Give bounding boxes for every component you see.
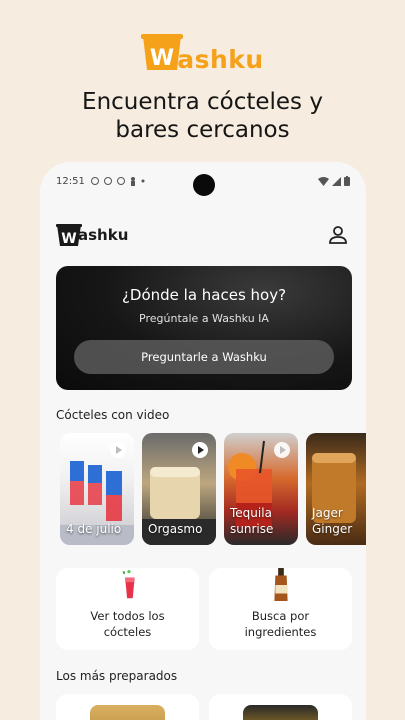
shield-status-icon bbox=[116, 177, 125, 185]
video-card-label: Jager Ginger bbox=[312, 505, 352, 537]
status-notification-icons bbox=[90, 176, 145, 186]
promo-headline-line1: Encuentra cócteles y bbox=[82, 89, 323, 115]
settings-status-icon bbox=[90, 177, 99, 185]
app-bar: W ashku bbox=[56, 220, 350, 250]
whiskey-bottle-icon bbox=[273, 568, 288, 602]
popular-cocktail-card[interactable] bbox=[209, 694, 352, 720]
search-by-ingredients-tile[interactable]: Busca por ingredientes bbox=[209, 568, 352, 650]
video-cocktails-carousel[interactable]: 4 de julio Orgasmo Tequila sunrise Jager… bbox=[60, 433, 366, 545]
video-card-label: Orgasmo bbox=[148, 521, 202, 537]
phone-screen: 12:51 W ashku ¿Dónde la haces hoy? Pregú… bbox=[40, 162, 366, 720]
front-camera bbox=[193, 174, 215, 196]
video-card-jager-ginger[interactable]: Jager Ginger bbox=[306, 433, 366, 545]
popular-cocktail-thumbnail bbox=[243, 705, 318, 720]
promo-headline-line2: bares cercanos bbox=[115, 117, 290, 143]
all-cocktails-label-line1: Ver todos los bbox=[90, 609, 165, 623]
promo-brand-word: ashku bbox=[177, 45, 264, 74]
status-system-icons bbox=[318, 176, 350, 186]
video-card-label-line1: 4 de julio bbox=[66, 522, 122, 536]
video-card-label-line2: sunrise bbox=[230, 522, 274, 536]
search-by-ingredients-label-line2: ingredientes bbox=[244, 625, 317, 639]
all-cocktails-label-line2: cócteles bbox=[103, 625, 152, 639]
svg-text:W: W bbox=[61, 231, 76, 247]
status-time: 12:51 bbox=[56, 175, 85, 187]
all-cocktails-tile[interactable]: Ver todos los cócteles bbox=[56, 568, 199, 650]
shortcut-tiles: Ver todos los cócteles Busca por ingredi… bbox=[56, 568, 352, 650]
all-cocktails-label: Ver todos los cócteles bbox=[90, 608, 164, 640]
washku-cup-logo-icon: W bbox=[141, 34, 184, 71]
info-status-icon bbox=[103, 177, 112, 185]
video-card-4-de-julio[interactable]: 4 de julio bbox=[60, 433, 134, 545]
svg-text:W: W bbox=[150, 46, 174, 71]
cocktail-glass-icon bbox=[122, 569, 135, 599]
popular-cocktail-card[interactable] bbox=[56, 694, 199, 720]
video-card-label-line1: Tequila bbox=[230, 506, 272, 520]
hero-title: ¿Dónde la haces hoy? bbox=[121, 286, 287, 304]
ai-assistant-banner: ¿Dónde la haces hoy? Pregúntale a Washku… bbox=[56, 266, 352, 390]
popular-cocktail-thumbnail bbox=[90, 705, 165, 720]
play-icon bbox=[192, 442, 208, 458]
video-card-label-line1: Jager bbox=[312, 506, 343, 520]
video-card-label-line1: Orgasmo bbox=[148, 522, 203, 536]
dot-status-icon bbox=[141, 179, 145, 183]
video-card-orgasmo[interactable]: Orgasmo bbox=[142, 433, 216, 545]
play-icon bbox=[274, 442, 290, 458]
signal-icon bbox=[332, 176, 341, 186]
video-card-tequila-sunrise[interactable]: Tequila sunrise bbox=[224, 433, 298, 545]
popular-cocktails-list bbox=[56, 694, 352, 720]
user-profile-icon[interactable] bbox=[326, 223, 350, 247]
videos-section-title: Cócteles con video bbox=[56, 408, 170, 422]
play-icon bbox=[110, 442, 126, 458]
hero-subtitle: Pregúntale a Washku IA bbox=[139, 312, 269, 325]
popular-section-title: Los más preparados bbox=[56, 669, 178, 683]
wifi-icon bbox=[318, 176, 329, 186]
ask-washku-button[interactable]: Preguntarle a Washku bbox=[74, 340, 334, 374]
promo-logo: W ashku bbox=[0, 32, 405, 72]
promo-headline: Encuentra cócteles y bares cercanos bbox=[0, 88, 405, 144]
person-status-icon bbox=[130, 176, 135, 186]
video-card-label: Tequila sunrise bbox=[230, 505, 273, 537]
search-by-ingredients-label-line1: Busca por bbox=[251, 609, 310, 623]
search-by-ingredients-label: Busca por ingredientes bbox=[245, 608, 317, 640]
app-brand-word: ashku bbox=[78, 226, 129, 244]
video-card-label-line2: Ginger bbox=[312, 522, 353, 536]
battery-icon bbox=[344, 176, 350, 186]
video-card-label: 4 de julio bbox=[66, 521, 121, 537]
